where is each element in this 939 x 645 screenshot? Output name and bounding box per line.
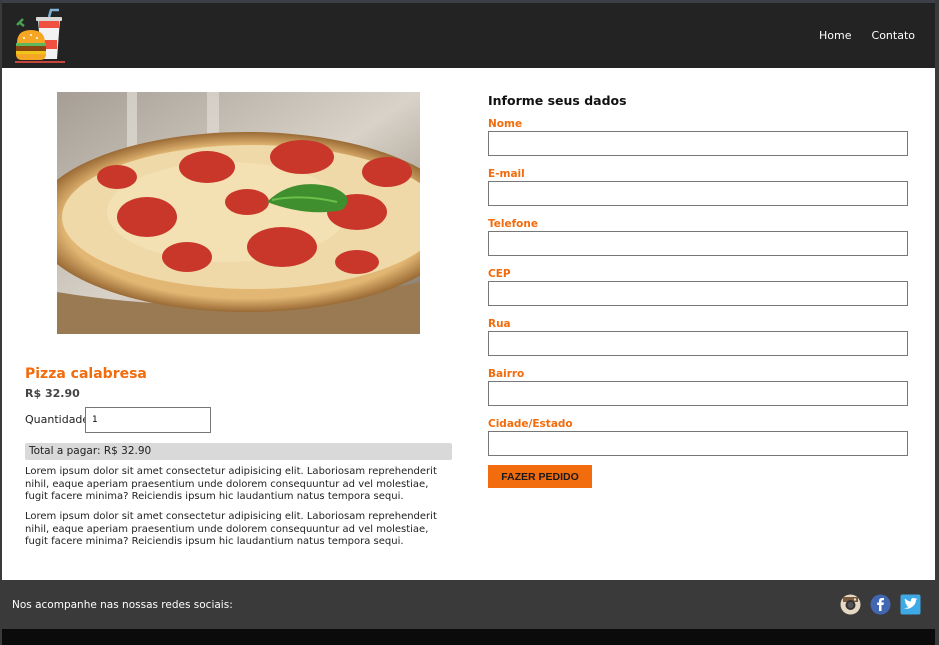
quantity-input[interactable]	[85, 407, 211, 433]
footer-social-text: Nos acompanhe nas nossas redes sociais:	[12, 599, 233, 611]
city-state-label: Cidade/Estado	[488, 418, 573, 430]
street-label: Rua	[488, 318, 511, 330]
cep-label: CEP	[488, 268, 511, 280]
phone-field[interactable]	[488, 231, 908, 256]
product-description-1: Lorem ipsum dolor sit amet consectetur a…	[25, 466, 437, 502]
product-price: R$ 32.90	[25, 387, 80, 400]
social-links	[840, 594, 921, 615]
street-field[interactable]	[488, 331, 908, 356]
site-header: Home Contato	[2, 0, 935, 68]
neighborhood-field[interactable]	[488, 381, 908, 406]
site-footer: Nos acompanhe nas nossas redes sociais:	[2, 580, 935, 629]
neighborhood-label: Bairro	[488, 368, 525, 380]
product-title: Pizza calabresa	[25, 366, 147, 382]
nav-contact-link[interactable]: Contato	[872, 29, 915, 42]
pizza-image	[57, 92, 420, 334]
window-frame-left	[0, 0, 2, 645]
form-title: Informe seus dados	[488, 93, 627, 108]
product-description-2: Lorem ipsum dolor sit amet consectetur a…	[25, 511, 437, 547]
facebook-icon[interactable]	[870, 594, 891, 615]
email-field[interactable]	[488, 181, 908, 206]
name-label: Nome	[488, 118, 523, 130]
name-field[interactable]	[488, 131, 908, 156]
twitter-icon[interactable]	[900, 594, 921, 615]
cep-field[interactable]	[488, 281, 908, 306]
nav-home-link[interactable]: Home	[819, 29, 851, 42]
city-state-field[interactable]	[488, 431, 908, 456]
window-frame-right	[935, 0, 939, 645]
place-order-button[interactable]: FAZER PEDIDO	[488, 465, 592, 488]
email-label: E-mail	[488, 168, 525, 180]
quantity-label: Quantidade	[25, 413, 90, 426]
instagram-icon[interactable]	[840, 594, 861, 615]
order-form: Informe seus dados Nome E-mail Telefone …	[488, 93, 908, 488]
phone-label: Telefone	[488, 218, 538, 230]
main-nav: Home Contato	[819, 29, 915, 42]
burger-soda-logo-icon[interactable]	[11, 7, 67, 63]
total-to-pay: Total a pagar: R$ 32.90	[25, 443, 452, 460]
bottom-bar	[2, 629, 935, 645]
